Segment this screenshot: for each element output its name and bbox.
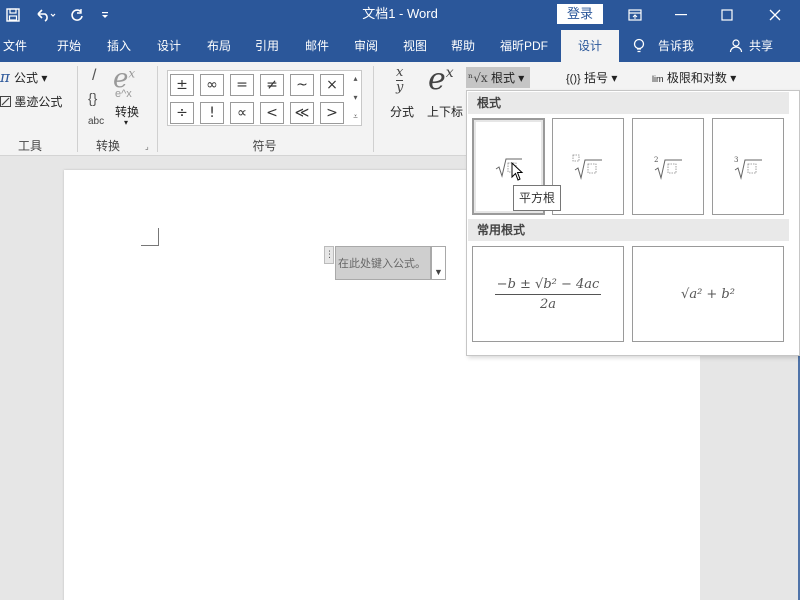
ribbon-tabs: 文件 开始 插入 设计 布局 引用 邮件 审阅 视图 帮助 福昕PDF 设计 告… [0, 30, 800, 62]
root-with-degree-tile[interactable] [552, 118, 624, 215]
group-divider [157, 66, 158, 152]
script-icon: ex [428, 62, 454, 97]
tell-me-search[interactable]: 告诉我 [656, 30, 696, 62]
ink-equation-label: 墨迹公式 [14, 95, 63, 109]
tab-design[interactable]: 设计 [150, 30, 188, 62]
tab-equation-design[interactable]: 设计 [561, 30, 619, 62]
equation-move-handle[interactable]: ⋮ [324, 246, 334, 264]
tab-references[interactable]: 引用 [248, 30, 286, 62]
save-icon[interactable] [2, 0, 24, 30]
equation-placeholder[interactable]: 在此处键入公式。 [335, 246, 431, 280]
cube-root-icon: 3 [734, 156, 762, 180]
quadratic-numerator: −b ± √b² − 4ac [494, 277, 602, 295]
symbol-gallery: ± ∞ = ≠ ~ × ÷ ! ∝ < ≪ > [167, 70, 362, 126]
bracket-label: 括号 [584, 71, 609, 85]
gallery-scroll-up-icon[interactable]: ▴ [349, 70, 362, 88]
customize-icon[interactable] [96, 0, 114, 30]
tab-insert[interactable]: 插入 [100, 30, 138, 62]
limit-log-button[interactable]: lim 极限和对数 ▾ [652, 69, 736, 86]
tools-group-label: 工具 [17, 139, 42, 153]
symbol-equals[interactable]: = [230, 74, 254, 96]
radical-dropdown-panel: 根式 2 3 常用根式 −b ± √b² − 4ac 2a √a² + b² [466, 90, 800, 356]
svg-text:2: 2 [654, 156, 658, 164]
symbol-not-equal[interactable]: ≠ [260, 74, 284, 96]
lightbulb-icon [632, 30, 646, 62]
ink-equation-button[interactable]: 墨迹公式 [0, 93, 62, 110]
tab-view[interactable]: 视图 [396, 30, 434, 62]
radical-icon: ⁿ√x [468, 71, 488, 85]
redo-icon[interactable] [66, 0, 88, 30]
svg-text:3: 3 [734, 156, 738, 164]
symbol-less-than[interactable]: < [260, 102, 284, 124]
convert-dropdown-icon[interactable]: ▾ [124, 118, 128, 127]
nth-root-icon [572, 154, 602, 180]
linear-preview-icon: e^x [115, 88, 132, 100]
close-icon[interactable] [752, 0, 798, 30]
gallery-more-icon[interactable]: ⩡ [349, 108, 362, 126]
pi-icon: π [0, 68, 10, 86]
section-title-common-radicals: 常用根式 [468, 219, 789, 241]
dialog-launcher-icon[interactable]: ⌟ [145, 142, 149, 151]
title-bar: 文档1 - Word 登录 [0, 0, 800, 30]
formula-button[interactable]: 公式 ▾ [14, 69, 47, 86]
equation-options-dropdown[interactable]: ▼ [431, 246, 446, 280]
radical-button[interactable]: ⁿ√x 根式 ▾ [466, 67, 531, 88]
symbol-times[interactable]: × [320, 74, 344, 96]
section-title-radicals: 根式 [468, 92, 789, 114]
gallery-scroll-down-icon[interactable]: ▾ [349, 89, 362, 107]
radical-label: 根式 [490, 71, 515, 85]
tab-home[interactable]: 开始 [50, 30, 88, 62]
group-divider [77, 66, 78, 152]
ribbon-display-icon[interactable] [612, 0, 658, 30]
fraction-button[interactable]: 分式 [390, 103, 414, 120]
formula-label: 公式 [14, 71, 39, 85]
symbol-infinity[interactable]: ∞ [200, 74, 224, 96]
symbol-proportional[interactable]: ∝ [230, 102, 254, 124]
quadratic-formula-tile[interactable]: −b ± √b² − 4ac 2a [472, 246, 624, 342]
undo-icon[interactable] [32, 0, 60, 30]
symbol-divide[interactable]: ÷ [170, 102, 194, 124]
cube-root-tile[interactable]: 3 [712, 118, 784, 215]
root-2-icon: 2 [654, 156, 682, 180]
tab-file[interactable]: 文件 [0, 30, 30, 62]
ink-pen-icon [0, 96, 11, 107]
abc-text-button[interactable]: abc [88, 116, 104, 127]
symbol-much-less[interactable]: ≪ [290, 102, 314, 124]
bracket-button[interactable]: {()} 括号 ▾ [566, 69, 617, 86]
braces-icon[interactable]: {} [88, 90, 97, 106]
limit-icon: lim [652, 74, 664, 84]
square-root-degree-2-tile[interactable]: 2 [632, 118, 704, 215]
limit-log-label: 极限和对数 [666, 71, 727, 85]
symbol-greater-than[interactable]: > [320, 102, 344, 124]
tab-layout[interactable]: 布局 [200, 30, 238, 62]
person-icon [728, 30, 744, 62]
symbols-group-label: 符号 [252, 139, 277, 153]
pythagorean-formula: √a² + b² [681, 286, 735, 302]
tab-review[interactable]: 审阅 [347, 30, 385, 62]
square-root-tooltip: 平方根 [513, 185, 562, 211]
minimize-icon[interactable] [658, 0, 704, 30]
fraction-icon: xy [396, 65, 404, 95]
group-divider [373, 66, 374, 152]
pythagorean-root-tile[interactable]: √a² + b² [632, 246, 784, 342]
linear-format-icon[interactable]: / [92, 67, 96, 85]
maximize-icon[interactable] [704, 0, 750, 30]
script-button[interactable]: 上下标 [427, 103, 463, 120]
bracket-icon: {()} [566, 73, 581, 85]
symbol-factorial[interactable]: ! [200, 102, 224, 124]
tab-foxit-pdf[interactable]: 福昕PDF [494, 30, 554, 62]
mouse-pointer-icon [511, 162, 524, 181]
share-button[interactable]: 共享 [746, 30, 776, 62]
quadratic-denominator: 2a [539, 296, 557, 312]
login-button[interactable]: 登录 [557, 4, 603, 24]
tab-help[interactable]: 帮助 [444, 30, 482, 62]
margin-corner-mark [141, 228, 159, 246]
symbol-tilde[interactable]: ~ [290, 74, 314, 96]
convert-group-label: 转换 [95, 139, 120, 153]
tab-mailings[interactable]: 邮件 [298, 30, 336, 62]
symbol-plus-minus[interactable]: ± [170, 74, 194, 96]
